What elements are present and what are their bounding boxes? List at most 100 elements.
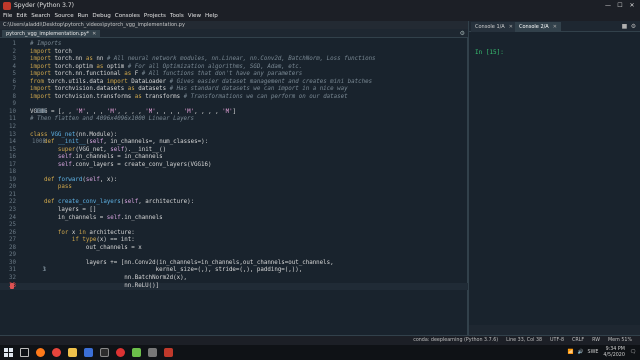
code-line[interactable]: 32 nn.BatchNorm2d(x), [0, 275, 468, 283]
terminal-icon [99, 348, 109, 357]
code-line[interactable]: 3 import torch.nn as nn # All neural netw… [0, 56, 468, 64]
code-line[interactable]: 26 for x in architecture: [0, 230, 468, 238]
window-title: Spyder (Python 3.7) [14, 2, 74, 9]
code-line[interactable]: 12 [0, 124, 468, 132]
code-line[interactable]: 15 super(VGG_net, self).__init__() [0, 147, 468, 155]
code-line[interactable]: 18 [0, 169, 468, 177]
line-number: 1 [12, 41, 17, 47]
code-line[interactable]: 29 [0, 252, 468, 260]
line-number: 18 [9, 169, 16, 176]
stop-icon[interactable]: ■ [620, 22, 629, 31]
close-tab-icon[interactable]: ✕ [509, 24, 513, 30]
code-text: in_channels = self.in_channels [30, 214, 163, 221]
taskbar-app-media[interactable] [80, 345, 96, 360]
line-number: 14 [9, 139, 16, 146]
code-line[interactable]: 20 pass [0, 184, 468, 192]
menu-tools[interactable]: Tools [170, 13, 184, 19]
status-eol: CRLF [572, 338, 585, 343]
code-line[interactable]: 27 if type(x) == int: [0, 237, 468, 245]
taskbar-app-spyder[interactable] [160, 345, 176, 360]
line-number: 6 [12, 78, 17, 85]
code-line[interactable]: 1 # Imports [0, 41, 468, 49]
status-env: conda: deeplearning (Python 3.7.6) [413, 338, 499, 343]
code-line[interactable]: 28 out_channels = x [0, 245, 468, 253]
line-number: 21 [9, 191, 16, 198]
close-icon[interactable]: ✕ [626, 0, 638, 11]
warning-marker-icon[interactable] [10, 282, 14, 289]
menu-debug[interactable]: Debug [92, 13, 110, 19]
menu-search[interactable]: Search [31, 13, 50, 19]
close-tab-icon[interactable]: ✕ [92, 31, 96, 37]
code-line[interactable]: 13 class VGG_net(nn.Module): [0, 132, 468, 140]
code-line[interactable]: 10 VGG16 = [64, 64, 'M', 128, 128, 'M', 2… [0, 109, 468, 117]
taskbar-app-record[interactable] [112, 345, 128, 360]
firefox-icon [35, 348, 45, 357]
code-line[interactable]: 6 from torch.utils.data import DataLoader… [0, 79, 468, 87]
code-line[interactable]: 16 self.in_channels = in_channels [0, 154, 468, 162]
taskbar-app-chrome[interactable] [48, 345, 64, 360]
code-line[interactable]: 23 layers = [] [0, 207, 468, 215]
tab-console-1[interactable]: Console 1/A ✕ [471, 22, 517, 32]
title-bar: Spyder (Python 3.7) — ☐ ✕ [0, 0, 640, 11]
notification-icon[interactable]: 🗨 [630, 350, 636, 355]
line-number: 3 [12, 56, 17, 63]
options-icon[interactable]: ⚙ [460, 30, 465, 37]
code-text: import torch.optim as optim # For all Op… [30, 63, 303, 70]
line-number: 10 [9, 108, 16, 115]
taskbar-app-notes[interactable] [128, 345, 144, 360]
line-number: 29 [9, 252, 16, 259]
minimize-icon[interactable]: — [602, 0, 614, 11]
close-tab-icon[interactable]: ✕ [553, 24, 557, 30]
code-line[interactable]: 30 layers += [nn.Conv2d(in_channels=in_c… [0, 260, 468, 268]
code-line[interactable]: 25 [0, 222, 468, 230]
code-text: layers = [] [30, 207, 97, 214]
taskbar-app-settings[interactable] [144, 345, 160, 360]
taskbar-app-folder[interactable] [64, 345, 80, 360]
code-line[interactable]: 33 nn.ReLU()] [0, 282, 468, 291]
menu-help[interactable]: Help [205, 13, 218, 19]
code-area[interactable]: 1 # Imports 2 import torch 3 import torch.nn … [0, 41, 468, 327]
code-line[interactable]: 24 in_channels = self.in_channels [0, 215, 468, 223]
code-line[interactable]: 11 # Then flatten and 4096x4096x1000 Line… [0, 116, 468, 124]
menu-run[interactable]: Run [78, 13, 89, 19]
code-text: for x in architecture: [57, 229, 135, 236]
menu-file[interactable]: File [3, 13, 12, 19]
code-line[interactable]: 31 kernel_size=(3, 3), stride=(1, 1), padd… [0, 267, 468, 275]
code-line[interactable]: 5 import torch.nn.functional as F # All f… [0, 71, 468, 79]
code-line[interactable]: 21 [0, 192, 468, 200]
code-line[interactable]: 22 def create_conv_layers(self, architec… [0, 199, 468, 207]
code-line[interactable]: 17 self.conv_layers = create_conv_layers… [0, 162, 468, 170]
taskbar-app-terminal[interactable] [96, 345, 112, 360]
menu-source[interactable]: Source [54, 13, 73, 19]
start-button[interactable] [0, 345, 16, 360]
menu-view[interactable]: View [188, 13, 201, 19]
code-text: def __init__(self, in_channels= 3, num_cl… [32, 139, 209, 146]
task-view-button[interactable] [16, 345, 32, 360]
status-memory: Mem 51% [608, 338, 632, 343]
menu-edit[interactable]: Edit [16, 13, 27, 19]
code-line[interactable]: 9 [0, 101, 468, 109]
code-line[interactable]: 19 def forward(self, x): [0, 177, 468, 185]
folder-icon [67, 348, 77, 357]
taskbar-app-firefox[interactable] [32, 345, 48, 360]
code-line[interactable]: 8 import torchvision.transforms as transf… [0, 94, 468, 102]
menu-projects[interactable]: Projects [144, 13, 166, 19]
network-icon[interactable]: 📶 [568, 350, 574, 355]
code-line[interactable]: 7 import torchvision.datasets as datasets… [0, 86, 468, 94]
tab-console-2[interactable]: Console 2/A ✕ [515, 22, 561, 32]
code-line[interactable]: 4 import torch.optim as optim # For all O… [0, 64, 468, 72]
code-text: import torchvision.datasets as datasets … [30, 86, 348, 93]
tray-language[interactable]: SWE [588, 350, 599, 355]
code-line[interactable]: 14 def __init__(self, in_channels= 3, num… [0, 139, 468, 147]
editor-tab[interactable]: pytorch_vgg_implementation.py* ✕ [2, 30, 101, 38]
status-encoding: UTF-8 [550, 338, 565, 343]
maximize-icon[interactable]: ☐ [614, 0, 626, 11]
line-number: 31 [9, 267, 16, 274]
options-icon[interactable]: ⚙ [629, 22, 638, 31]
clock[interactable]: 9:34 PM 4/5/2020 [603, 347, 625, 358]
media-icon [83, 348, 93, 357]
code-line[interactable]: 2 import torch [0, 49, 468, 57]
console-prompt[interactable]: In [15]: [475, 49, 504, 56]
menu-consoles[interactable]: Consoles [115, 13, 140, 19]
volume-icon[interactable]: 🔊 [578, 350, 584, 355]
